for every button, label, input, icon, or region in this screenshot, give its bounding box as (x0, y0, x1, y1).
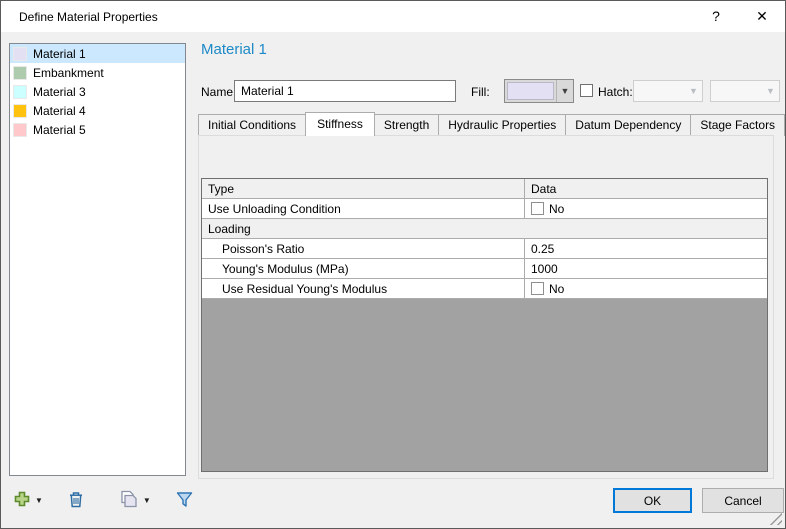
material-color-swatch (13, 46, 27, 61)
grid-header-row: Type Data (202, 179, 767, 199)
tab-stage-factors[interactable]: Stage Factors (690, 114, 785, 136)
material-toolbar: ▼ ▼ (13, 486, 194, 512)
copy-material-button[interactable]: ▼ (119, 486, 151, 512)
grid-property-row: Young's Modulus (MPa) 1000 (202, 259, 767, 279)
tab-datum-dependency[interactable]: Datum Dependency (565, 114, 692, 136)
chevron-down-icon[interactable]: ▼ (35, 496, 43, 505)
grid-property-row: Use Residual Young's Modulus No (202, 279, 767, 299)
value-checkbox[interactable] (531, 282, 544, 295)
tab-hydraulic-properties[interactable]: Hydraulic Properties (438, 114, 567, 136)
material-color-swatch (13, 122, 27, 137)
material-list-item[interactable]: Embankment (10, 63, 185, 82)
grid-header-data: Data (524, 179, 767, 198)
property-label-cell: Young's Modulus (MPa) (222, 261, 349, 276)
material-name-label: Material 1 (33, 46, 86, 61)
material-color-swatch (13, 103, 27, 118)
property-value-text: No (549, 281, 565, 296)
name-label: Name: (201, 85, 237, 99)
close-button[interactable]: ✕ (745, 1, 779, 32)
fill-label: Fill: (471, 85, 490, 99)
chevron-down-icon: ▼ (766, 86, 775, 96)
tab-strength[interactable]: Strength (373, 114, 440, 136)
material-color-swatch (13, 84, 27, 99)
property-label-cell: Use Unloading Condition (208, 201, 341, 216)
fill-color-swatch (507, 82, 554, 100)
trash-icon (69, 491, 82, 507)
grid-category-row: Loading (202, 219, 767, 239)
filter-icon (176, 491, 193, 507)
property-value-text: 0.25 (531, 241, 555, 256)
add-icon (14, 491, 30, 507)
material-list-item[interactable]: Material 5 (10, 120, 185, 139)
value-checkbox[interactable] (531, 202, 544, 215)
property-value-cell[interactable]: 1000 (524, 259, 767, 278)
material-name-label: Material 5 (33, 122, 86, 137)
dialog-title: Define Material Properties (19, 10, 158, 24)
property-value-cell[interactable]: No (524, 279, 767, 298)
material-color-swatch (13, 65, 27, 80)
fill-color-dropdown[interactable]: ▼ (504, 79, 574, 103)
property-label-cell: Poisson's Ratio (222, 241, 305, 256)
property-value-text: 1000 (531, 261, 558, 276)
stiffness-property-grid: Type Data Use Unloading Condition No Loadi… (201, 178, 768, 472)
cancel-button[interactable]: Cancel (702, 488, 784, 513)
material-name-label: Embankment (33, 65, 104, 80)
chevron-down-icon: ▼ (689, 86, 698, 96)
material-name-label: Material 3 (33, 84, 86, 99)
property-value-cell[interactable]: No (524, 199, 767, 218)
selected-material-heading: Material 1 (201, 41, 267, 58)
define-material-properties-dialog: Define Material Properties ? ✕ Material … (0, 0, 786, 529)
filter-materials-button[interactable] (175, 486, 194, 512)
chevron-down-icon[interactable]: ▼ (143, 496, 151, 505)
hatch-label: Hatch: (598, 85, 633, 99)
hatch-checkbox[interactable] (580, 84, 593, 97)
material-list-item[interactable]: Material 3 (10, 82, 185, 101)
resize-grip[interactable] (770, 513, 782, 525)
tab-initial-conditions[interactable]: Initial Conditions (198, 114, 307, 136)
delete-material-button[interactable] (67, 486, 85, 512)
material-list-item[interactable]: Material 1 (10, 44, 185, 63)
property-label-cell: Loading (208, 221, 251, 236)
material-name-input[interactable] (234, 80, 456, 102)
property-value-cell[interactable]: 0.25 (524, 239, 767, 258)
hatch-color-dropdown: ▼ (710, 80, 780, 102)
tab-stiffness[interactable]: Stiffness (305, 112, 375, 136)
help-button[interactable]: ? (699, 1, 733, 32)
chevron-down-icon[interactable]: ▼ (556, 80, 573, 102)
property-value-text: No (549, 201, 565, 216)
material-list-item[interactable]: Material 4 (10, 101, 185, 120)
copy-icon (121, 490, 137, 508)
grid-property-row: Use Unloading Condition No (202, 199, 767, 219)
material-name-label: Material 4 (33, 103, 86, 118)
grid-property-row: Poisson's Ratio 0.25 (202, 239, 767, 259)
hatch-pattern-dropdown: ▼ (633, 80, 703, 102)
ok-button[interactable]: OK (613, 488, 692, 513)
material-list[interactable]: Material 1 Embankment Material 3 Material 4… (9, 43, 186, 476)
grid-empty-area (202, 299, 767, 471)
grid-header-type: Type (208, 181, 235, 196)
property-label-cell: Use Residual Young's Modulus (222, 281, 388, 296)
add-material-button[interactable]: ▼ (13, 486, 43, 512)
tab-strip: Initial Conditions Stiffness Strength Hydra… (198, 112, 785, 136)
title-bar[interactable]: Define Material Properties ? ✕ (1, 1, 785, 32)
